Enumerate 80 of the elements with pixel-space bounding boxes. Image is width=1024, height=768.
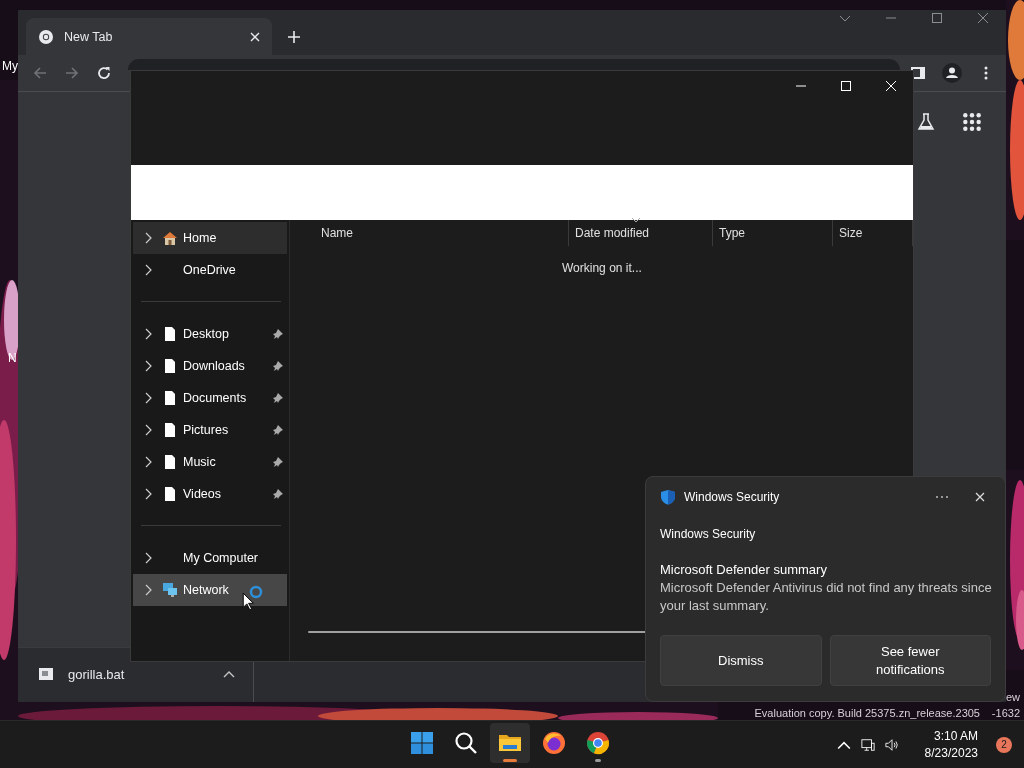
- file-icon: [38, 666, 54, 682]
- nav-item-label: Pictures: [183, 423, 230, 437]
- globe-icon: [38, 28, 54, 45]
- nav-item-label: Documents: [183, 391, 248, 405]
- nav-item[interactable]: Pictures: [133, 414, 287, 446]
- mouse-pointer-icon: [242, 592, 254, 611]
- document-icon: [162, 358, 178, 374]
- column-header[interactable]: Date modified: [569, 220, 713, 246]
- tab-title: New Tab: [64, 29, 114, 44]
- notification-title: Microsoft Defender summary: [660, 562, 828, 577]
- search-icon: [454, 731, 478, 755]
- document-icon: [162, 422, 178, 438]
- time: 3:10 AM: [933, 727, 978, 745]
- nav-item[interactable]: Home: [133, 222, 287, 254]
- evaluation-notice: -1632: [991, 706, 1020, 720]
- evaluation-notice: ew: [1005, 690, 1020, 704]
- caret-up-icon[interactable]: [223, 670, 235, 678]
- chevron-right-icon[interactable]: [144, 584, 152, 596]
- document-icon: [162, 390, 178, 406]
- notification-button[interactable]: Dismiss: [660, 635, 822, 686]
- chevron-right-icon[interactable]: [144, 392, 152, 404]
- chevron-right-icon[interactable]: [144, 328, 152, 340]
- nav-item[interactable]: Downloads: [133, 350, 287, 382]
- scrollbar[interactable]: [308, 631, 648, 633]
- chrome-ball-icon: [586, 731, 610, 755]
- notification-button[interactable]: See fewer notifications: [829, 635, 991, 686]
- apps-grid-icon[interactable]: [962, 112, 982, 132]
- notification-body: Microsoft Defender Antivirus did not find any threats since your last summary.: [660, 579, 993, 615]
- date: 8/23/2023: [924, 744, 978, 762]
- download-file-name: gorilla.bat: [68, 666, 126, 682]
- chevron-right-icon[interactable]: [144, 424, 152, 436]
- nav-item-label: Videos: [183, 487, 222, 501]
- nav-item[interactable]: Videos: [133, 478, 287, 510]
- nav-item-label: OneDrive: [183, 263, 237, 277]
- flask-icon[interactable]: [916, 112, 936, 132]
- app-name: Windows Security: [684, 490, 780, 504]
- nav-item-label: Music: [183, 455, 217, 469]
- nav-item[interactable]: Desktop: [133, 318, 287, 350]
- evaluation-notice: Evaluation copy. Build 25375.zn_release.2305: [754, 706, 980, 720]
- nav-item[interactable]: Music: [133, 446, 287, 478]
- chevron-right-icon[interactable]: [144, 488, 152, 500]
- chevron-right-icon[interactable]: [144, 232, 152, 244]
- speaker-icon[interactable]: [884, 737, 899, 752]
- reload-icon[interactable]: [96, 65, 112, 81]
- new-tab-icon[interactable]: [288, 31, 300, 43]
- profile-icon[interactable]: [942, 63, 962, 83]
- shield-icon: [660, 489, 676, 505]
- document-icon: [162, 326, 178, 342]
- nav-item[interactable]: My Computer: [133, 542, 287, 574]
- back-icon[interactable]: [32, 65, 48, 81]
- monitor-icon[interactable]: [860, 737, 875, 752]
- notification-source: Windows Security: [660, 527, 757, 541]
- chevron-right-icon[interactable]: [144, 360, 152, 372]
- taskbar-button[interactable]: [490, 723, 530, 763]
- chevron-right-icon[interactable]: [144, 552, 152, 564]
- desktop-icon-label[interactable]: My: [2, 59, 18, 73]
- forward-icon[interactable]: [64, 65, 80, 81]
- nav-item[interactable]: Documents: [133, 382, 287, 414]
- windows-logo-icon: [410, 731, 434, 755]
- column-header[interactable]: Size: [833, 220, 913, 246]
- column-header[interactable]: Type: [713, 220, 833, 246]
- nav-item[interactable]: OneDrive: [133, 254, 287, 286]
- nav-item-label: Network: [183, 583, 230, 597]
- document-icon: [162, 454, 178, 470]
- browser-tab[interactable]: New Tab: [26, 18, 272, 55]
- clock[interactable]: 3:10 AM 8/23/2023: [924, 727, 978, 762]
- loading-message: Working on it...: [561, 261, 643, 275]
- nav-item-label: Downloads: [183, 359, 246, 373]
- column-header[interactable]: Name: [321, 220, 569, 246]
- nav-item-label: Home: [183, 231, 218, 245]
- network-icon: [162, 582, 178, 598]
- more-icon[interactable]: [935, 495, 949, 499]
- notification-badge[interactable]: 2: [996, 736, 1012, 753]
- document-icon: [162, 486, 178, 502]
- house-icon: [162, 230, 178, 246]
- nav-item-label: Desktop: [183, 327, 230, 341]
- chevron-right-icon[interactable]: [144, 456, 152, 468]
- nav-item-label: My Computer: [183, 551, 260, 565]
- chevron-right-icon[interactable]: [144, 264, 152, 276]
- fox-globe-icon: [542, 731, 566, 755]
